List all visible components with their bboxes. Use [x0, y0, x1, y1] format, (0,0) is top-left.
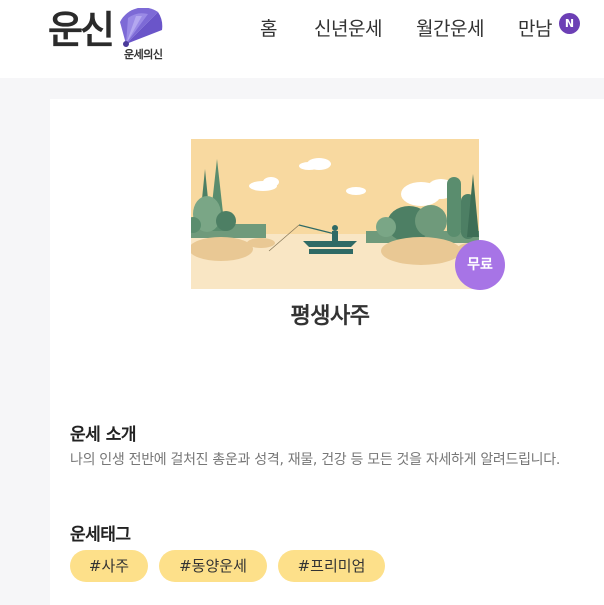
fan-icon: [120, 8, 163, 47]
intro-heading: 운세 소개: [70, 425, 136, 445]
nav-new-year-fortune[interactable]: 신년운세: [314, 15, 382, 43]
tag-premium[interactable]: #프리미엄: [278, 550, 385, 582]
logo-subtitle: 운세의신: [124, 48, 163, 61]
product-banner-image: [191, 139, 479, 289]
tag-eastern-fortune[interactable]: #동양운세: [159, 550, 267, 582]
new-badge: N: [559, 13, 580, 34]
nav-home[interactable]: 홈: [260, 15, 277, 43]
nav-monthly-fortune[interactable]: 월간운세: [416, 15, 484, 43]
intro-description: 나의 인생 전반에 걸처진 총운과 성격, 재물, 건강 등 모든 것을 자세하…: [70, 452, 560, 468]
logo[interactable]: 운신 운세의신: [48, 6, 178, 66]
nav-meeting[interactable]: 만남: [518, 15, 552, 43]
product-title: 평생사주: [290, 304, 370, 329]
free-badge: 무료: [455, 240, 505, 290]
header: 운신 운세의신 홈 신년운세 월간운세 만남 N: [0, 0, 604, 78]
tag-saju[interactable]: #사주: [70, 550, 148, 582]
tags-heading: 운세태그: [70, 525, 131, 545]
logo-text: 운신: [48, 7, 115, 52]
